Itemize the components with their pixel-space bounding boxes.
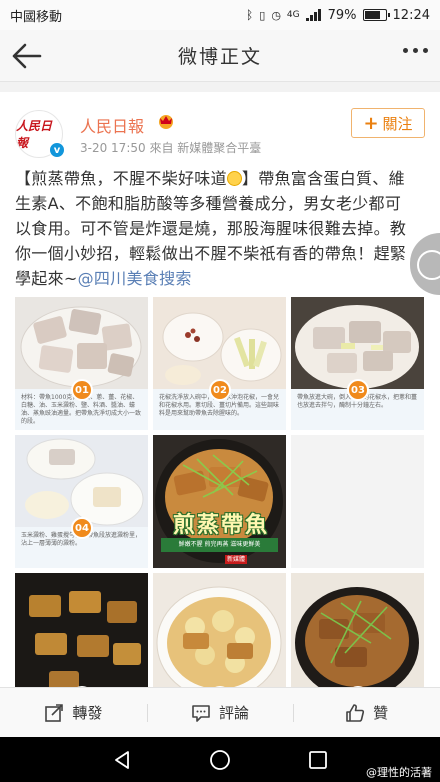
post-image-6[interactable] [291,435,424,568]
bluetooth-icon: ᛒ [246,8,254,22]
comment-icon [192,704,210,722]
poster-tag: 新媒體 [225,555,248,564]
post-text-title: 【煎蒸帶魚，不腥不柴好味道 [15,169,227,188]
post-text: 【煎蒸帶魚，不腥不柴好味道 】帶魚富含蛋白質、維生素A、不飽和脂肪酸等多種營養成分… [15,166,415,291]
crown-badge-icon [159,115,173,129]
battery-icon [362,9,390,21]
back-arrow-icon[interactable] [10,40,44,72]
raw-fish-photo [15,297,148,389]
nav-bar: 微博正文 [0,30,440,82]
action-bar: 轉發 評論 贊 [0,687,440,737]
step-number-badge: 02 [209,379,231,401]
status-bar: 中國移動 ᛒ ▯ ◷ 4G 79% 12:24 [0,0,440,30]
more-options-icon[interactable] [403,48,428,53]
step-number-badge: 01 [71,379,93,401]
clock-time: 12:24 [392,7,430,23]
system-home-icon[interactable] [209,749,231,771]
system-recents-icon[interactable] [307,749,329,771]
comment-label: 評論 [219,704,250,722]
mention-link[interactable]: @四川美食搜索 [78,269,192,288]
section-divider [0,82,440,92]
alarm-icon: ◷ [271,8,281,22]
verified-badge-icon: v [49,142,65,158]
marinate-photo [291,297,424,389]
repost-button[interactable]: 轉發 [0,688,147,737]
status-icons: ᛒ ▯ ◷ 4G 79% 12:24 [246,8,430,23]
plus-icon: + [363,112,379,134]
repost-label: 轉發 [72,704,103,722]
repost-icon [45,703,64,722]
system-back-icon[interactable] [111,749,133,771]
post-image-2[interactable]: 花椒洗淨放入碗中，用開水沖泡花椒，一會兒和花椒水用。蔥切段、薑切片備用。這些調味… [153,297,286,430]
weibo-watermark: @理性的活著 [366,766,432,779]
page-title: 微博正文 [177,46,262,68]
comment-button[interactable]: 評論 [146,688,294,737]
step-number-badge: 04 [71,517,93,539]
coating-photo [15,435,148,527]
author-name[interactable]: 人民日報 [80,113,144,137]
post-image-3[interactable]: 帶魚放進大碗，倒入晾涼的花椒水，把蔥和薑也放進去拌勻，醃制十分鐘左右。 03 [291,297,424,430]
network-label: 4G [286,10,300,20]
post-image-5[interactable]: 煎蒸帶魚 鮮嫩不腥 煎完再蒸 滋味更鮮美 新媒體 [153,435,286,568]
post-header: 人民日報 v 人民日報 3-20 17:50 來自 新媒體聚合平臺 + 關注 [0,92,440,164]
yummy-emoji-icon [226,171,242,186]
post-meta: 3-20 17:50 來自 新媒體聚合平臺 [80,141,262,155]
signal-icon [305,9,321,21]
follow-label: 關注 [382,114,413,133]
like-button[interactable]: 贊 [293,688,440,737]
carrier-label: 中國移動 [10,9,63,25]
thumbs-up-icon [346,703,365,722]
spices-photo [153,297,286,389]
post-image-1[interactable]: 材料：帶魚1000克，雞蛋、蔥、薑、花椒、白糖、油、玉米澱粉、鹽、料酒、醬油、蠔… [15,297,148,430]
like-label: 贊 [373,704,389,722]
follow-button[interactable]: + 關注 [351,108,425,138]
poster-title: 煎蒸帶魚 [173,513,270,538]
poster-band: 鮮嫩不腥 煎完再蒸 滋味更鮮美 [161,538,278,552]
post-image-4[interactable]: 玉米澱粉、雞蛋攪勻，把帶魚段放進澱粉里，沾上一層薄薄的澱粉。 04 [15,435,148,568]
step-number-badge: 03 [347,379,369,401]
battery-percent: 79% [327,7,357,23]
vibrate-icon: ▯ [259,8,266,22]
